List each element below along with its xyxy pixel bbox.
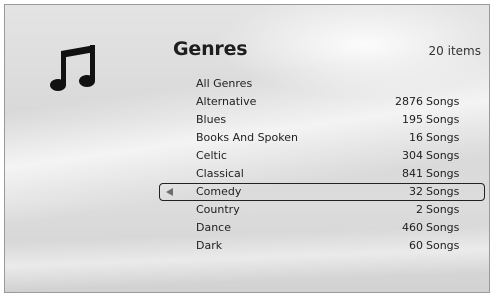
list-item[interactable]: Books And Spoken 16 Songs xyxy=(5,129,489,147)
song-unit: Songs xyxy=(426,149,460,162)
song-count: 460 xyxy=(402,221,423,234)
list-item[interactable]: Alternative 2876 Songs xyxy=(5,93,489,111)
genre-name: Blues xyxy=(196,113,227,126)
song-count: 304 xyxy=(402,149,423,162)
genre-name: Books And Spoken xyxy=(196,131,298,144)
song-count: 841 xyxy=(402,167,423,180)
list-item[interactable]: Dance 460 Songs xyxy=(5,219,489,237)
genre-name: Dance xyxy=(196,221,231,234)
genre-name: All Genres xyxy=(196,77,253,90)
genre-name: Classical xyxy=(196,167,244,180)
song-unit: Songs xyxy=(426,221,460,234)
song-unit: Songs xyxy=(426,167,460,180)
item-count: 20 items xyxy=(428,44,481,58)
list-item[interactable]: Country 2 Songs xyxy=(5,201,489,219)
list-item[interactable]: Classical 841 Songs xyxy=(5,165,489,183)
song-unit: Songs xyxy=(426,113,460,126)
genres-screen: Genres 20 items All Genres Alternative 2… xyxy=(4,4,490,293)
genre-name: Celtic xyxy=(196,149,227,162)
song-count: 2 xyxy=(416,203,423,216)
list-item[interactable]: All Genres xyxy=(5,75,489,93)
genre-name: Comedy xyxy=(196,185,242,198)
song-unit: Songs xyxy=(426,203,460,216)
page-title: Genres xyxy=(173,38,248,60)
genre-name: Alternative xyxy=(196,95,257,108)
song-unit: Songs xyxy=(426,185,460,198)
song-unit: Songs xyxy=(426,131,460,144)
list-item[interactable]: Dark 60 Songs xyxy=(5,237,489,255)
genre-name: Dark xyxy=(196,239,223,252)
song-count: 60 xyxy=(409,239,423,252)
list-item-selected[interactable]: Comedy 32 Songs xyxy=(5,183,489,201)
song-count: 16 xyxy=(409,131,423,144)
song-unit: Songs xyxy=(426,239,460,252)
song-unit: Songs xyxy=(426,95,460,108)
list-item[interactable]: Celtic 304 Songs xyxy=(5,147,489,165)
song-count: 195 xyxy=(402,113,423,126)
song-count: 2876 xyxy=(395,95,423,108)
list-item[interactable]: Blues 195 Songs xyxy=(5,111,489,129)
genre-name: Country xyxy=(196,203,240,216)
left-arrow-icon xyxy=(166,188,173,196)
song-count: 32 xyxy=(409,185,423,198)
